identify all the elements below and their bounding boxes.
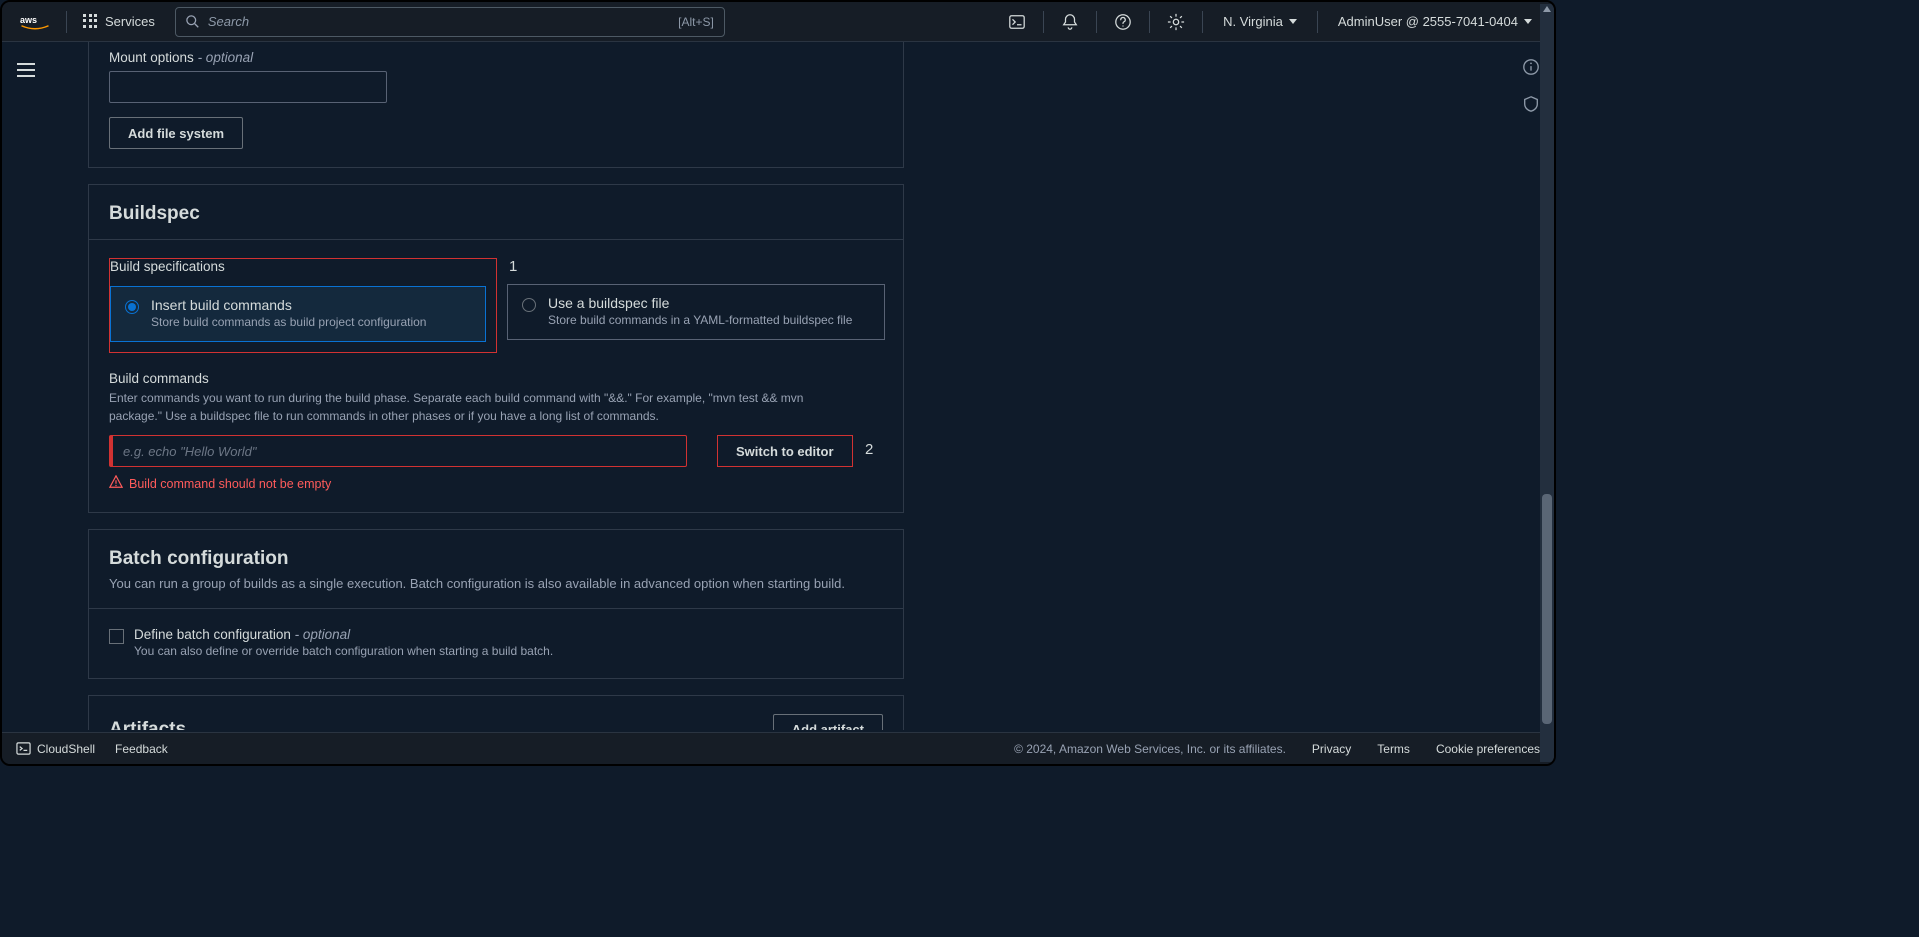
radio-title: Use a buildspec file <box>548 295 870 311</box>
checkbox-label: Define batch configuration - optional <box>134 627 553 642</box>
radio-icon <box>125 300 139 314</box>
search-input[interactable] <box>208 14 678 29</box>
terminal-icon <box>1008 13 1026 31</box>
scrollbar-thumb[interactable] <box>1542 494 1552 724</box>
mount-options-section: Mount options - optional Add file system <box>88 42 904 168</box>
services-label: Services <box>105 14 155 29</box>
checkbox-icon[interactable] <box>109 629 124 644</box>
copyright-text: © 2024, Amazon Web Services, Inc. or its… <box>1014 742 1286 756</box>
scrollbar-track[interactable] <box>1540 4 1554 762</box>
services-menu-button[interactable]: Services <box>73 8 165 36</box>
checkbox-desc: You can also define or override batch co… <box>134 644 553 658</box>
scroll-up-icon <box>1543 6 1551 12</box>
grid-icon <box>83 14 99 30</box>
divider <box>1317 11 1318 33</box>
callout-2: 2 <box>865 441 873 458</box>
top-navigation: aws Services [Alt+S] <box>2 2 1554 42</box>
hamburger-icon <box>17 63 35 77</box>
buildspec-title: Buildspec <box>109 203 883 225</box>
mount-options-input[interactable] <box>109 71 387 103</box>
footer: CloudShell Feedback © 2024, Amazon Web S… <box>2 732 1554 764</box>
radio-insert-build-commands[interactable]: Insert build commands Store build comman… <box>110 286 486 342</box>
artifacts-section: Artifacts Add artifact <box>88 695 904 731</box>
batch-subtitle: You can run a group of builds as a singl… <box>109 574 883 594</box>
help-icon <box>1114 13 1132 31</box>
build-specifications-label: Build specifications <box>110 259 496 280</box>
terminal-icon <box>16 741 31 756</box>
account-label: AdminUser @ 2555-7041-0404 <box>1338 14 1518 29</box>
search-icon <box>186 15 200 29</box>
radio-use-buildspec-file[interactable]: Use a buildspec file Store build command… <box>507 284 885 340</box>
shield-icon <box>1522 95 1540 113</box>
artifacts-title: Artifacts <box>109 719 186 731</box>
error-text: Build command should not be empty <box>129 477 331 491</box>
notifications-button[interactable] <box>1050 2 1090 42</box>
region-selector[interactable]: N. Virginia <box>1209 14 1311 29</box>
radio-icon <box>522 298 536 312</box>
svg-text:aws: aws <box>20 14 37 24</box>
cloudshell-button[interactable]: CloudShell <box>16 741 95 756</box>
region-label: N. Virginia <box>1223 14 1283 29</box>
help-button[interactable] <box>1103 2 1143 42</box>
search-shortcut-hint: [Alt+S] <box>678 15 714 29</box>
warning-icon <box>109 475 123 492</box>
aws-logo-icon: aws <box>20 13 50 31</box>
aws-logo[interactable]: aws <box>10 13 60 31</box>
build-commands-error: Build command should not be empty <box>109 475 883 492</box>
callout-1: 1 <box>509 258 517 275</box>
cookie-prefs-link[interactable]: Cookie preferences <box>1436 742 1540 756</box>
gear-icon <box>1167 13 1185 31</box>
cloudshell-icon-button[interactable] <box>997 2 1037 42</box>
divider <box>1096 11 1097 33</box>
side-nav-toggle[interactable] <box>12 56 40 84</box>
batch-title: Batch configuration <box>109 548 883 570</box>
main-content: Mount options - optional Add file system… <box>46 42 1506 730</box>
feedback-link[interactable]: Feedback <box>115 742 168 756</box>
build-commands-help: Enter commands you want to run during th… <box>109 389 849 425</box>
define-batch-checkbox-row[interactable]: Define batch configuration - optional Yo… <box>109 627 883 658</box>
settings-button[interactable] <box>1156 2 1196 42</box>
add-file-system-button[interactable]: Add file system <box>109 117 243 149</box>
add-artifact-button[interactable]: Add artifact <box>773 714 883 731</box>
caret-down-icon <box>1289 19 1297 24</box>
terms-link[interactable]: Terms <box>1377 742 1410 756</box>
build-commands-label: Build commands <box>109 371 883 386</box>
security-panel-toggle[interactable] <box>1522 95 1540 118</box>
switch-to-editor-button[interactable]: Switch to editor <box>717 435 853 467</box>
radio-desc: Store build commands as build project co… <box>151 315 471 329</box>
divider <box>1149 11 1150 33</box>
divider <box>1043 11 1044 33</box>
privacy-link[interactable]: Privacy <box>1312 742 1351 756</box>
caret-down-icon <box>1524 19 1532 24</box>
radio-title: Insert build commands <box>151 297 471 313</box>
account-selector[interactable]: AdminUser @ 2555-7041-0404 <box>1324 14 1546 29</box>
bell-icon <box>1061 13 1079 31</box>
buildspec-section: Buildspec Build specifications Insert bu… <box>88 184 904 513</box>
cloudshell-label: CloudShell <box>37 742 95 756</box>
info-icon <box>1522 58 1540 76</box>
divider <box>66 11 67 33</box>
radio-desc: Store build commands in a YAML-formatted… <box>548 313 870 327</box>
divider <box>1202 11 1203 33</box>
info-panel-toggle[interactable] <box>1522 58 1540 81</box>
build-commands-input[interactable] <box>109 435 687 467</box>
batch-config-section: Batch configuration You can run a group … <box>88 529 904 679</box>
search-box[interactable]: [Alt+S] <box>175 7 725 37</box>
mount-options-label: Mount options - optional <box>109 50 883 65</box>
